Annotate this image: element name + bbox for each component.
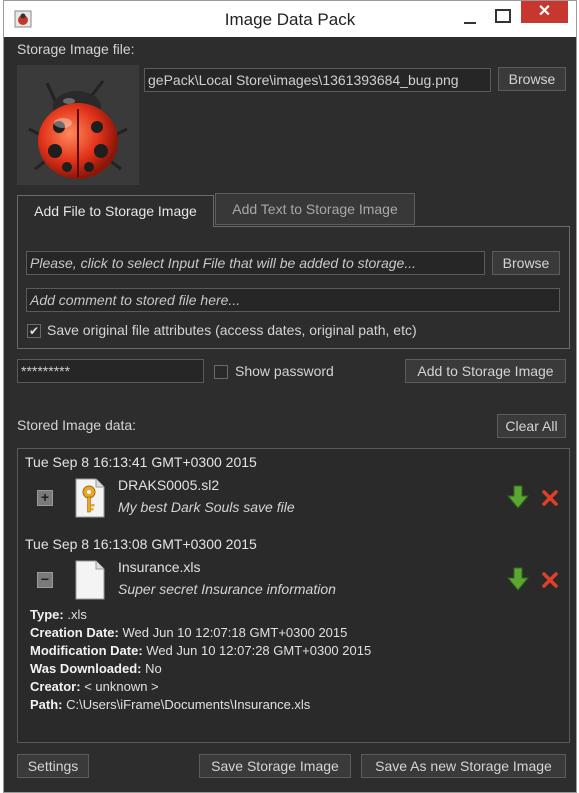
delete-icon[interactable]: [541, 489, 559, 507]
save-attributes-checkbox[interactable]: ✔: [27, 324, 41, 338]
entry-file-name: Insurance.xls: [118, 559, 201, 575]
save-attributes-label: Save original file attributes (access da…: [47, 322, 417, 338]
close-icon: ✕: [537, 3, 552, 20]
detail-was-downloaded: Was Downloaded: No: [30, 661, 162, 676]
ladybug-icon: [28, 80, 128, 179]
storage-image-label: Storage Image file:: [17, 41, 135, 57]
minimize-button[interactable]: [458, 9, 482, 29]
download-icon[interactable]: [507, 567, 529, 591]
storage-image-preview: [17, 65, 139, 185]
entry-date: Tue Sep 8 16:13:41 GMT+0300 2015: [25, 454, 257, 470]
delete-icon[interactable]: [541, 571, 559, 589]
entry-comment: My best Dark Souls save file: [118, 499, 295, 515]
add-to-storage-button[interactable]: Add to Storage Image: [405, 359, 566, 383]
maximize-button[interactable]: [491, 7, 515, 27]
comment-field[interactable]: Add comment to stored file here...: [26, 288, 560, 312]
document-icon: [75, 560, 105, 600]
password-field[interactable]: *********: [17, 359, 204, 383]
input-file-browse-button[interactable]: Browse: [492, 251, 560, 275]
input-file-field[interactable]: Please, click to select Input File that …: [26, 251, 485, 275]
detail-creation-date: Creation Date: Wed Jun 10 12:07:18 GMT+0…: [30, 625, 348, 640]
check-icon: ✔: [28, 324, 40, 338]
detail-type: Type: .xls: [30, 607, 87, 622]
save-storage-image-button[interactable]: Save Storage Image: [199, 754, 351, 778]
detail-creator: Creator: < unknown >: [30, 679, 159, 694]
show-password-checkbox[interactable]: [214, 365, 228, 379]
save-as-new-storage-image-button[interactable]: Save As new Storage Image: [361, 754, 566, 778]
clear-all-button[interactable]: Clear All: [497, 414, 566, 438]
detail-path: Path: C:\Users\iFrame\Documents\Insuranc…: [30, 697, 311, 712]
expand-icon[interactable]: +: [37, 490, 53, 506]
file-details: Type: .xls Creation Date: Wed Jun 10 12:…: [30, 606, 371, 714]
show-password-label: Show password: [235, 363, 334, 379]
collapse-icon[interactable]: −: [37, 572, 53, 588]
detail-modification-date: Modification Date: Wed Jun 10 12:07:28 G…: [30, 643, 372, 658]
tab-add-file[interactable]: Add File to Storage Image: [17, 195, 214, 227]
entry-date: Tue Sep 8 16:13:08 GMT+0300 2015: [25, 536, 257, 552]
close-button[interactable]: ✕: [521, 1, 568, 23]
stored-image-data-label: Stored Image data:: [17, 417, 137, 433]
storage-image-path-field[interactable]: gePack\Local Store\images\1361393684_bug…: [144, 68, 491, 92]
entry-comment: Super secret Insurance information: [118, 581, 336, 597]
entry-file-name: DRAKS0005.sl2: [118, 477, 220, 493]
title-bar: Image Data Pack ✕: [4, 1, 576, 37]
settings-button[interactable]: Settings: [17, 754, 89, 778]
key-file-icon: [75, 478, 105, 518]
app-window: Image Data Pack ✕ Storage Image file: ge…: [3, 0, 577, 793]
tab-add-text[interactable]: Add Text to Storage Image: [215, 193, 415, 225]
storage-browse-button[interactable]: Browse: [498, 67, 566, 91]
download-icon[interactable]: [507, 485, 529, 509]
